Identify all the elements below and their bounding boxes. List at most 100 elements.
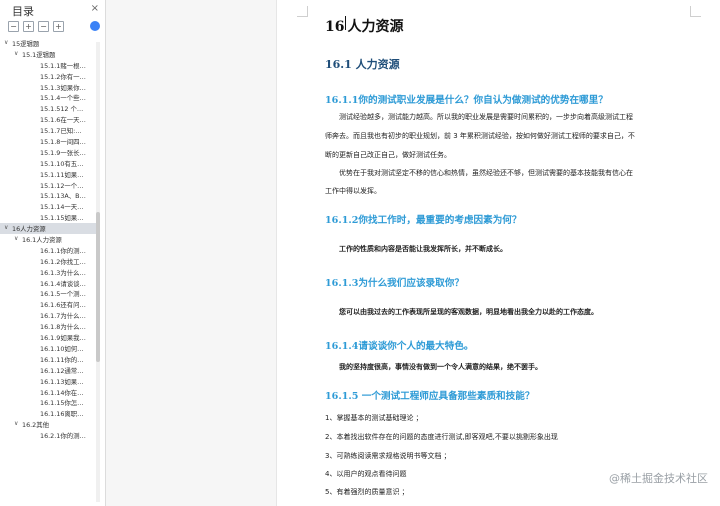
toc-item[interactable]: 16.1.10如何… bbox=[0, 343, 96, 354]
toc-item-label: 15.1.11如果… bbox=[40, 170, 84, 179]
paragraph-line: 优势在于我对测试坚定不移的信心和热情，虽然经验还不够，但测试需要的基本技能我有信… bbox=[339, 169, 633, 177]
chevron-down-icon[interactable]: ∨ bbox=[4, 224, 8, 231]
toc-item-label: 15.1.6在一天… bbox=[40, 116, 86, 125]
toc-item[interactable]: 15.1.12一个… bbox=[0, 180, 96, 191]
collapse-all-icon[interactable]: − bbox=[38, 21, 49, 32]
answer-text: 工作的性质和内容是否能让我发挥所长，并不断成长。 bbox=[339, 245, 507, 253]
toc-item[interactable]: 15.1.3如果你… bbox=[0, 82, 96, 93]
toc-item[interactable]: 15.1.10有五… bbox=[0, 158, 96, 169]
toc-item[interactable]: 15.1.512 个… bbox=[0, 103, 96, 114]
section-heading: 16.1 人力资源 bbox=[325, 58, 400, 71]
list-item: 2、本着找出软件存在的问题的态度进行测试,即客观吧,不要以挑剔形象出现 bbox=[325, 433, 558, 441]
document-page[interactable]: 16 人力资源 16.1 人力资源 16.1.1你的测试职业发展是什么？你自认为做… bbox=[276, 0, 720, 506]
toc-item[interactable]: 16.1.6还有问… bbox=[0, 299, 96, 310]
toc-toolbar: − + − + bbox=[8, 21, 64, 32]
toc-item-label: 16.1.13如果… bbox=[40, 377, 84, 386]
question-heading: 16.1.1你的测试职业发展是什么？你自认为做测试的优势在哪里？ bbox=[325, 95, 608, 106]
chevron-down-icon[interactable]: ∨ bbox=[14, 50, 18, 57]
toc-item[interactable]: 15.1.7已知:… bbox=[0, 125, 96, 136]
toc-settings-icon[interactable] bbox=[90, 21, 100, 31]
toc-item-label: 15.1.8一间四… bbox=[40, 138, 86, 147]
chevron-down-icon[interactable]: ∨ bbox=[14, 235, 18, 242]
toc-item[interactable]: 16.1.8为什么… bbox=[0, 321, 96, 332]
toc-header: 目录 × bbox=[0, 0, 105, 20]
toc-item[interactable]: 15.1.9一张长… bbox=[0, 147, 96, 158]
toc-item-label: 16.1.15你怎… bbox=[40, 399, 84, 408]
toc-item[interactable]: 16.1.14你在… bbox=[0, 387, 96, 398]
toc-item[interactable]: 15.1.2你有一… bbox=[0, 71, 96, 82]
toc-item[interactable]: 16.1.3为什么… bbox=[0, 267, 96, 278]
page-corner-mark bbox=[690, 6, 701, 17]
toc-item-label: 15.1.15如果… bbox=[40, 214, 84, 223]
toc-item[interactable]: 16.1.12通常… bbox=[0, 365, 96, 376]
toc-item-label: 16.1人力资源 bbox=[22, 236, 62, 245]
toc-item[interactable]: 16.1.15你怎… bbox=[0, 397, 96, 408]
toc-item[interactable]: ∨ 15.1逻辑题 bbox=[0, 49, 96, 60]
toc-item[interactable]: 16.2.1你的测… bbox=[0, 430, 96, 441]
toc-item[interactable]: 16.1.7为什么… bbox=[0, 310, 96, 321]
close-icon[interactable]: × bbox=[91, 3, 99, 14]
chapter-title: 人力资源 bbox=[347, 19, 404, 35]
toc-item[interactable]: ∨ 16人力资源 bbox=[0, 223, 96, 235]
toc-item[interactable]: ∨ 15逻辑题 bbox=[0, 38, 96, 49]
toc-item[interactable]: ∨ 16.2其他 bbox=[0, 419, 96, 430]
list-item: 4、以用户的观点看待问题 bbox=[325, 470, 407, 478]
toc-tree: ∨ 15逻辑题 ∨ 15.1逻辑题 15.1.1赌一根… 15.1.2你有一… 15.1.3… bbox=[0, 38, 96, 441]
toc-item-label: 15.1.10有五… bbox=[40, 159, 84, 168]
list-item: 5、有着强烈的质量意识 ； bbox=[325, 488, 409, 496]
toc-item[interactable]: 16.1.2你找工… bbox=[0, 256, 96, 267]
workspace-gutter bbox=[106, 0, 276, 506]
toc-item-label: 15.1.13A、B… bbox=[40, 192, 86, 201]
toc-item-label: 15.1.9一张长… bbox=[40, 148, 86, 157]
toc-item-label: 15.1.1赌一根… bbox=[40, 61, 86, 70]
toc-item[interactable]: 15.1.15如果… bbox=[0, 212, 96, 223]
toc-item[interactable]: 16.1.5一个测… bbox=[0, 288, 96, 299]
paragraph-line: 师奔去。而且我也有初步的职业规划，前 3 年累积测试经验，按如何做好测试工程师的… bbox=[325, 132, 635, 140]
toc-item-label: 15.1.512 个… bbox=[40, 105, 84, 114]
toc-item[interactable]: 15.1.4一个些… bbox=[0, 92, 96, 103]
toc-item[interactable]: 15.1.6在一天… bbox=[0, 114, 96, 125]
toc-item[interactable]: 16.1.13如果… bbox=[0, 376, 96, 387]
toc-scrollbar-thumb[interactable] bbox=[96, 212, 100, 362]
chapter-heading: 16 人力资源 bbox=[325, 16, 403, 36]
toc-item[interactable]: 15.1.11如果… bbox=[0, 169, 96, 180]
toc-item[interactable]: 16.1.1你的测… bbox=[0, 245, 96, 256]
chevron-down-icon[interactable]: ∨ bbox=[4, 39, 8, 46]
toc-item[interactable]: 16.1.9如果我… bbox=[0, 332, 96, 343]
collapse-icon[interactable]: − bbox=[8, 21, 19, 32]
page-corner-mark bbox=[297, 6, 308, 17]
expand-all-icon[interactable]: + bbox=[53, 21, 64, 32]
toc-item-label: 15.1.14一天… bbox=[40, 203, 84, 212]
toc-item-label: 16.1.5一个测… bbox=[40, 290, 86, 299]
toc-panel: 目录 × − + − + ∨ 15逻辑题 ∨ 15.1逻辑题 15.1.1赌一根… 15.… bbox=[0, 0, 106, 506]
toc-item-label: 16.2其他 bbox=[22, 421, 50, 430]
paragraph-line: 测试经验越多，测试能力越高。所以我的职业发展是需要时间累积的，一步步向着高级测试… bbox=[339, 113, 633, 121]
paragraph-line: 工作中得以发挥。 bbox=[325, 187, 381, 195]
toc-item-label: 16.1.3为什么… bbox=[40, 268, 86, 277]
toc-item-label: 16.2.1你的测… bbox=[40, 432, 86, 441]
chevron-down-icon[interactable]: ∨ bbox=[14, 420, 18, 427]
toc-item-label: 15.1.7已知:… bbox=[40, 127, 82, 136]
toc-item-label: 15逻辑题 bbox=[12, 40, 40, 48]
toc-item-label: 16.1.8为什么… bbox=[40, 323, 86, 332]
toc-item[interactable]: 15.1.14一天… bbox=[0, 201, 96, 212]
toc-item[interactable]: 15.1.13A、B… bbox=[0, 190, 96, 201]
toc-item-label: 16.1.10如何… bbox=[40, 344, 84, 353]
toc-item[interactable]: ∨ 16.1人力资源 bbox=[0, 234, 96, 245]
answer-text: 我的坚持度很高，事情没有做到一个令人满意的结果，绝不罢手。 bbox=[339, 363, 542, 371]
toc-item-label: 15.1.4一个些… bbox=[40, 94, 86, 103]
toc-item-label: 16.1.12通常… bbox=[40, 366, 84, 375]
toc-scrollbar[interactable] bbox=[96, 42, 100, 502]
paragraph-line: 断的更新自己改正自己，做好测试任务。 bbox=[325, 151, 451, 159]
toc-item[interactable]: 16.1.4请谈谈… bbox=[0, 278, 96, 289]
toc-item-label: 16.1.11你的… bbox=[40, 355, 84, 364]
toc-item[interactable]: 16.1.16离职… bbox=[0, 408, 96, 419]
chapter-number: 16 bbox=[325, 19, 345, 35]
toc-item[interactable]: 15.1.1赌一根… bbox=[0, 60, 96, 71]
toc-item-label: 16.1.14你在… bbox=[40, 388, 84, 397]
toc-item-label: 16人力资源 bbox=[12, 225, 46, 234]
expand-icon[interactable]: + bbox=[23, 21, 34, 32]
question-heading: 16.1.3为什么我们应该录取你？ bbox=[325, 278, 464, 289]
toc-item[interactable]: 16.1.11你的… bbox=[0, 354, 96, 365]
toc-item[interactable]: 15.1.8一间四… bbox=[0, 136, 96, 147]
